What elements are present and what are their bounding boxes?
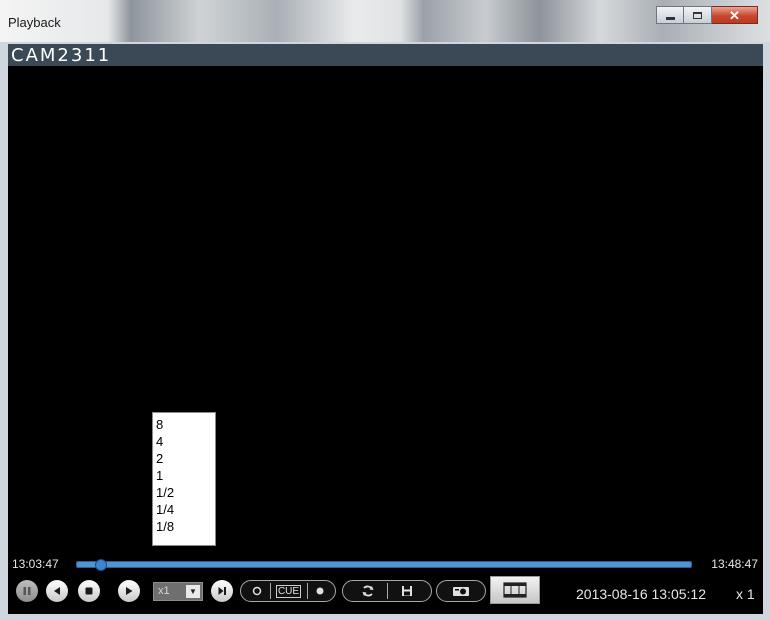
sync-icon [362, 585, 374, 597]
current-datetime: 2013-08-16 13:05:12 [576, 586, 706, 602]
speed-option[interactable]: 1 [153, 467, 215, 484]
speed-option[interactable]: 8 [153, 416, 215, 433]
play-icon [126, 587, 133, 595]
stop-button[interactable] [78, 580, 100, 602]
playback-rate: x 1 [736, 586, 755, 602]
camera-header: CAM2311 [8, 44, 763, 66]
speed-option[interactable]: 1/2 [153, 484, 215, 501]
cue-label: CUE [275, 584, 302, 598]
mark-in-icon [252, 586, 262, 596]
sync-save-group [342, 580, 432, 602]
minimize-icon [665, 16, 675, 20]
cue-button[interactable]: CUE [270, 583, 306, 599]
video-view[interactable] [8, 66, 763, 552]
rewind-button[interactable] [46, 580, 68, 602]
maximize-button[interactable] [684, 6, 712, 24]
timeline-start-time: 13:03:47 [12, 557, 59, 571]
camera-name: CAM2311 [11, 45, 112, 66]
rewind-icon [54, 587, 60, 595]
step-forward-button[interactable] [211, 580, 233, 602]
speed-option[interactable]: 2 [153, 450, 215, 467]
snapshot-icon [453, 587, 469, 596]
close-button[interactable]: ✕ [712, 6, 758, 24]
speed-option[interactable]: 1/4 [153, 501, 215, 518]
window-title: Playback [8, 15, 61, 30]
play-button[interactable] [118, 580, 140, 602]
chevron-down-icon: ▼ [186, 585, 200, 598]
mark-out-button[interactable] [307, 583, 331, 599]
speed-option[interactable]: 1/8 [153, 518, 215, 535]
speed-select[interactable]: x1 ▼ [153, 582, 203, 601]
playback-controls: 13:03:47 13:48:47 x1 ▼ CUE 2013-08-16 13… [8, 552, 763, 614]
timeline-thumb[interactable] [94, 559, 107, 571]
save-icon [401, 586, 412, 596]
film-clip-icon [503, 582, 527, 598]
snapshot-group [436, 580, 486, 602]
pause-button[interactable] [16, 580, 38, 602]
mark-in-button[interactable] [247, 583, 267, 599]
playback-window: Playback ✕ CAM2311 8 4 2 1 1/2 1/4 1/8 1… [0, 0, 770, 620]
stop-icon [85, 587, 93, 595]
pause-icon [23, 587, 31, 595]
mark-out-icon [316, 587, 323, 595]
speed-select-value: x1 [158, 585, 170, 597]
clip-export-button[interactable] [490, 576, 540, 604]
timeline-end-time: 13:48:47 [711, 557, 758, 571]
close-icon: ✕ [729, 7, 740, 23]
timeline-slider[interactable] [76, 561, 692, 568]
mark-control-group: CUE [240, 580, 336, 602]
snapshot-button[interactable] [443, 583, 479, 599]
minimize-button[interactable] [656, 6, 684, 24]
speed-option[interactable]: 4 [153, 433, 215, 450]
title-bar[interactable]: Playback ✕ [0, 0, 770, 42]
maximize-icon [693, 11, 702, 19]
window-controls: ✕ [656, 6, 758, 24]
step-forward-icon [218, 587, 226, 595]
sync-button[interactable] [351, 583, 385, 599]
save-button[interactable] [387, 583, 425, 599]
speed-dropdown-menu: 8 4 2 1 1/2 1/4 1/8 [152, 412, 216, 546]
